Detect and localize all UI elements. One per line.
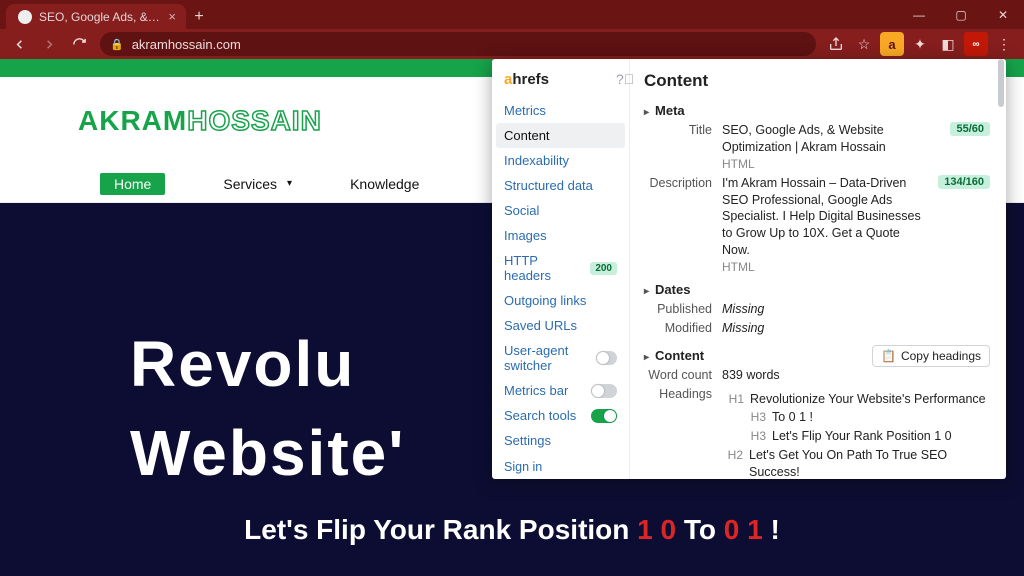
window-titlebar: SEO, Google Ads, & Website Op × + — ▢ ✕	[0, 0, 1024, 29]
lock-icon: 🔒	[110, 38, 124, 51]
heading-tag: H3	[744, 409, 766, 426]
meta-title-label: Title	[644, 122, 712, 137]
modified-value: Missing	[722, 320, 990, 337]
modified-label: Modified	[644, 320, 712, 335]
kebab-menu-icon[interactable]: ⋮	[992, 32, 1016, 56]
tab-title: SEO, Google Ads, & Website Op	[39, 10, 161, 24]
flip-tagline: Let's Flip Your Rank Position 1 0 To 0 1…	[0, 514, 1024, 546]
url-text: akramhossain.com	[132, 37, 241, 52]
sidebar-item-metrics-bar[interactable]: Metrics bar	[492, 378, 629, 403]
heading-tag: H2	[722, 447, 743, 479]
toggle-off-icon[interactable]	[596, 351, 617, 365]
meta-title-value: SEO, Google Ads, & Website Optimization …	[722, 122, 940, 173]
close-window-button[interactable]: ✕	[982, 0, 1024, 29]
meta-description-label: Description	[644, 175, 712, 190]
headings-list: H1 Revolutionize Your Website's Performan…	[722, 390, 990, 480]
nav-services[interactable]: Services	[223, 176, 292, 192]
heading-text: To 0 1 !	[772, 409, 813, 426]
published-value: Missing	[722, 301, 990, 318]
ahrefs-extension-icon[interactable]: a	[880, 32, 904, 56]
sidebar-item-indexability[interactable]: Indexability	[492, 148, 629, 173]
nav-knowledge[interactable]: Knowledge	[350, 176, 419, 192]
sidebar-item-settings[interactable]: Settings	[492, 428, 629, 453]
panel-brand: ahrefs	[492, 71, 629, 98]
sidebar-item-ua-switcher[interactable]: User-agent switcher	[492, 338, 629, 378]
toggle-off-icon[interactable]	[591, 384, 617, 398]
toggle-on-icon[interactable]	[591, 409, 617, 423]
sidebar-item-content[interactable]: Content	[496, 123, 625, 148]
panel-sidebar: ahrefs Metrics Content Indexability Stru…	[492, 59, 630, 479]
browser-tab[interactable]: SEO, Google Ads, & Website Op ×	[6, 4, 186, 29]
sidebar-sign-in[interactable]: Sign in	[504, 457, 617, 477]
sidebar-item-http-headers[interactable]: HTTP headers 200	[492, 248, 629, 288]
tab-favicon	[18, 10, 32, 24]
heading-tag: H1	[722, 391, 744, 408]
panel-title: Content	[644, 71, 990, 91]
window-controls: — ▢ ✕	[898, 0, 1024, 29]
sidebar-item-structured-data[interactable]: Structured data	[492, 173, 629, 198]
minimize-button[interactable]: —	[898, 0, 940, 29]
logo-part-2: HOSSAIN	[187, 105, 322, 136]
extension-icons: ☆ a ✦ ◧ ∞ ⋮	[824, 32, 1018, 56]
section-meta[interactable]: Meta	[644, 103, 990, 118]
sidebar-item-outgoing-links[interactable]: Outgoing links	[492, 288, 629, 313]
nav-home[interactable]: Home	[100, 173, 165, 195]
scrollbar-thumb[interactable]	[998, 59, 1004, 107]
section-content[interactable]: Content	[644, 348, 704, 363]
section-dates[interactable]: Dates	[644, 282, 990, 297]
sidebar-item-search-tools[interactable]: Search tools	[492, 403, 629, 428]
title-length-badge: 55/60	[950, 122, 990, 136]
headings-label: Headings	[644, 386, 712, 401]
published-label: Published	[644, 301, 712, 316]
heading-row: H1 Revolutionize Your Website's Performan…	[722, 390, 990, 409]
http-status-badge: 200	[590, 262, 617, 275]
address-bar[interactable]: 🔒 akramhossain.com	[100, 32, 816, 56]
back-button[interactable]	[6, 31, 32, 57]
account-icon[interactable]: ◧	[936, 32, 960, 56]
heading-text: Let's Flip Your Rank Position 1 0	[772, 428, 952, 445]
heading-text: Let's Get You On Path To True SEO Succes…	[749, 447, 990, 479]
sidebar-suggest-feature[interactable]: Suggest a feature	[504, 477, 617, 479]
maximize-button[interactable]: ▢	[940, 0, 982, 29]
new-tab-button[interactable]: +	[186, 4, 212, 29]
reload-button[interactable]	[66, 31, 92, 57]
heading-row: H2Let's Get You On Path To True SEO Succ…	[722, 446, 990, 479]
site-logo[interactable]: AKRAMHOSSAIN	[78, 105, 322, 137]
word-count-label: Word count	[644, 367, 712, 382]
sidebar-item-metrics[interactable]: Metrics	[492, 98, 629, 123]
heading-text: Revolutionize Your Website's Performance	[750, 391, 986, 408]
copy-headings-button[interactable]: 📋Copy headings	[872, 345, 990, 367]
forward-button[interactable]	[36, 31, 62, 57]
logo-part-1: AKRAM	[78, 105, 187, 136]
heading-row: H3 Let's Flip Your Rank Position 1 0	[722, 427, 990, 446]
share-icon[interactable]	[824, 32, 848, 56]
heading-row: H3 To 0 1 !	[722, 408, 990, 427]
bookmark-star-icon[interactable]: ☆	[852, 32, 876, 56]
word-count-value: 839 words	[722, 367, 990, 384]
sidebar-item-images[interactable]: Images	[492, 223, 629, 248]
red-extension-icon[interactable]: ∞	[964, 32, 988, 56]
sidebar-item-saved-urls[interactable]: Saved URLs	[492, 313, 629, 338]
ahrefs-panel: ?⃝ ahrefs Metrics Content Indexability S…	[492, 59, 1006, 479]
browser-toolbar: 🔒 akramhossain.com ☆ a ✦ ◧ ∞ ⋮	[0, 29, 1024, 59]
close-tab-icon[interactable]: ×	[168, 9, 176, 24]
extensions-puzzle-icon[interactable]: ✦	[908, 32, 932, 56]
sidebar-item-social[interactable]: Social	[492, 198, 629, 223]
panel-main: Content Meta Title SEO, Google Ads, & We…	[630, 59, 1006, 479]
heading-tag: H3	[744, 428, 766, 445]
meta-description-value: I'm Akram Hossain – Data-Driven SEO Prof…	[722, 175, 928, 276]
clipboard-icon: 📋	[881, 349, 896, 363]
description-length-badge: 134/160	[938, 175, 990, 189]
